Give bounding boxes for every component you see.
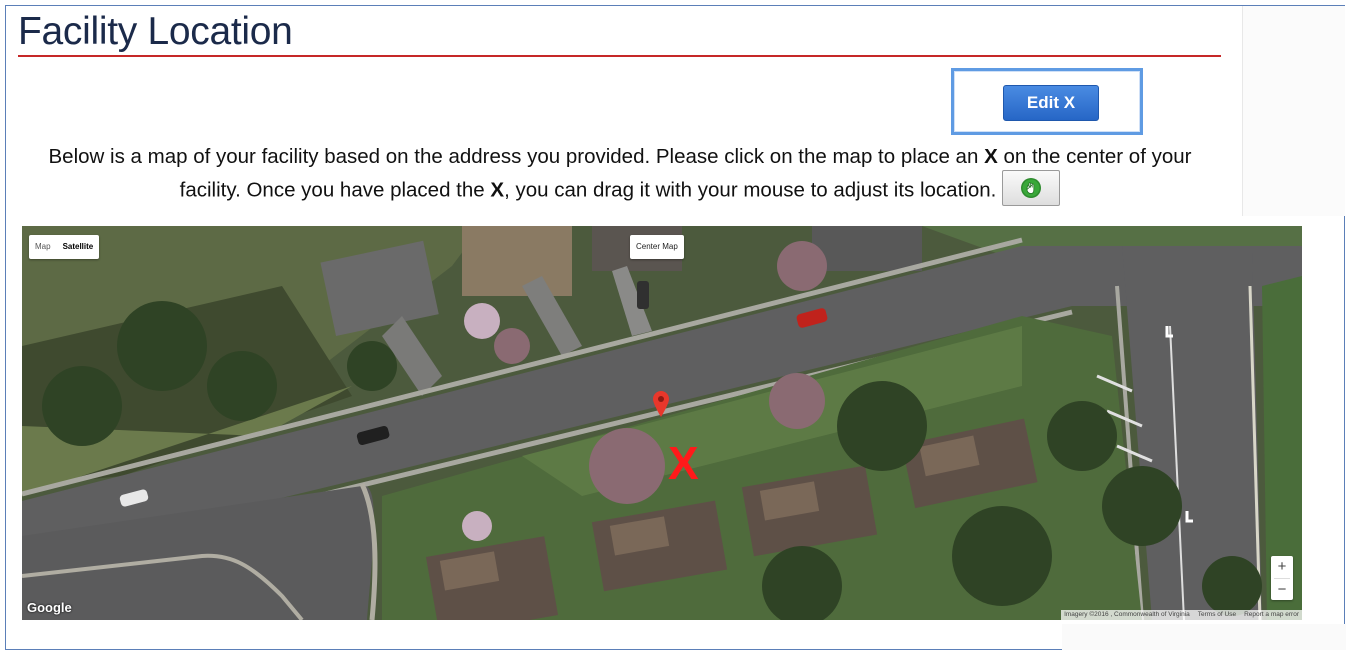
map-pin-icon[interactable] [653,391,669,417]
center-map-button[interactable]: Center Map [630,235,684,259]
zoom-in-button[interactable]: + [1271,556,1293,578]
map-type-map[interactable]: Map [29,235,57,259]
report-map-error-link[interactable]: Report a map error [1244,610,1299,620]
instructions-part-3: , you can drag it with your mouse to adj… [504,178,997,202]
map-type-toggle: Map Satellite [29,235,100,259]
google-logo: Google [27,600,72,615]
hand-icon [1021,178,1042,198]
side-panel [1242,6,1345,216]
instructions-x-1: X [984,145,998,168]
title-divider [18,55,1221,57]
edit-button-highlight: Edit X [951,68,1143,135]
map-attribution: Imagery ©2016 , Commonwealth of Virginia… [1061,610,1302,620]
zoom-out-button[interactable]: − [1271,579,1293,601]
map-type-satellite[interactable]: Satellite [57,235,100,259]
instructions-text: Below is a map of your facility based on… [20,141,1220,209]
satellite-map[interactable]: Map Satellite Center Map X + − Google Im… [22,226,1302,620]
instructions-x-2: X [490,178,505,202]
instructions-part-1: Below is a map of your facility based on… [48,145,985,168]
bottom-spacer [1062,624,1346,650]
page-title: Facility Location [18,10,293,53]
terms-of-use-link[interactable]: Terms of Use [1198,610,1236,620]
zoom-controls: + − [1271,556,1293,600]
imagery-credit: Imagery ©2016 , Commonwealth of Virginia [1064,611,1190,618]
edit-x-button[interactable]: Edit X [1003,85,1099,121]
placed-x-marker[interactable]: X [668,440,699,486]
hand-tool-button[interactable] [1002,170,1061,206]
satellite-imagery [22,226,1302,620]
